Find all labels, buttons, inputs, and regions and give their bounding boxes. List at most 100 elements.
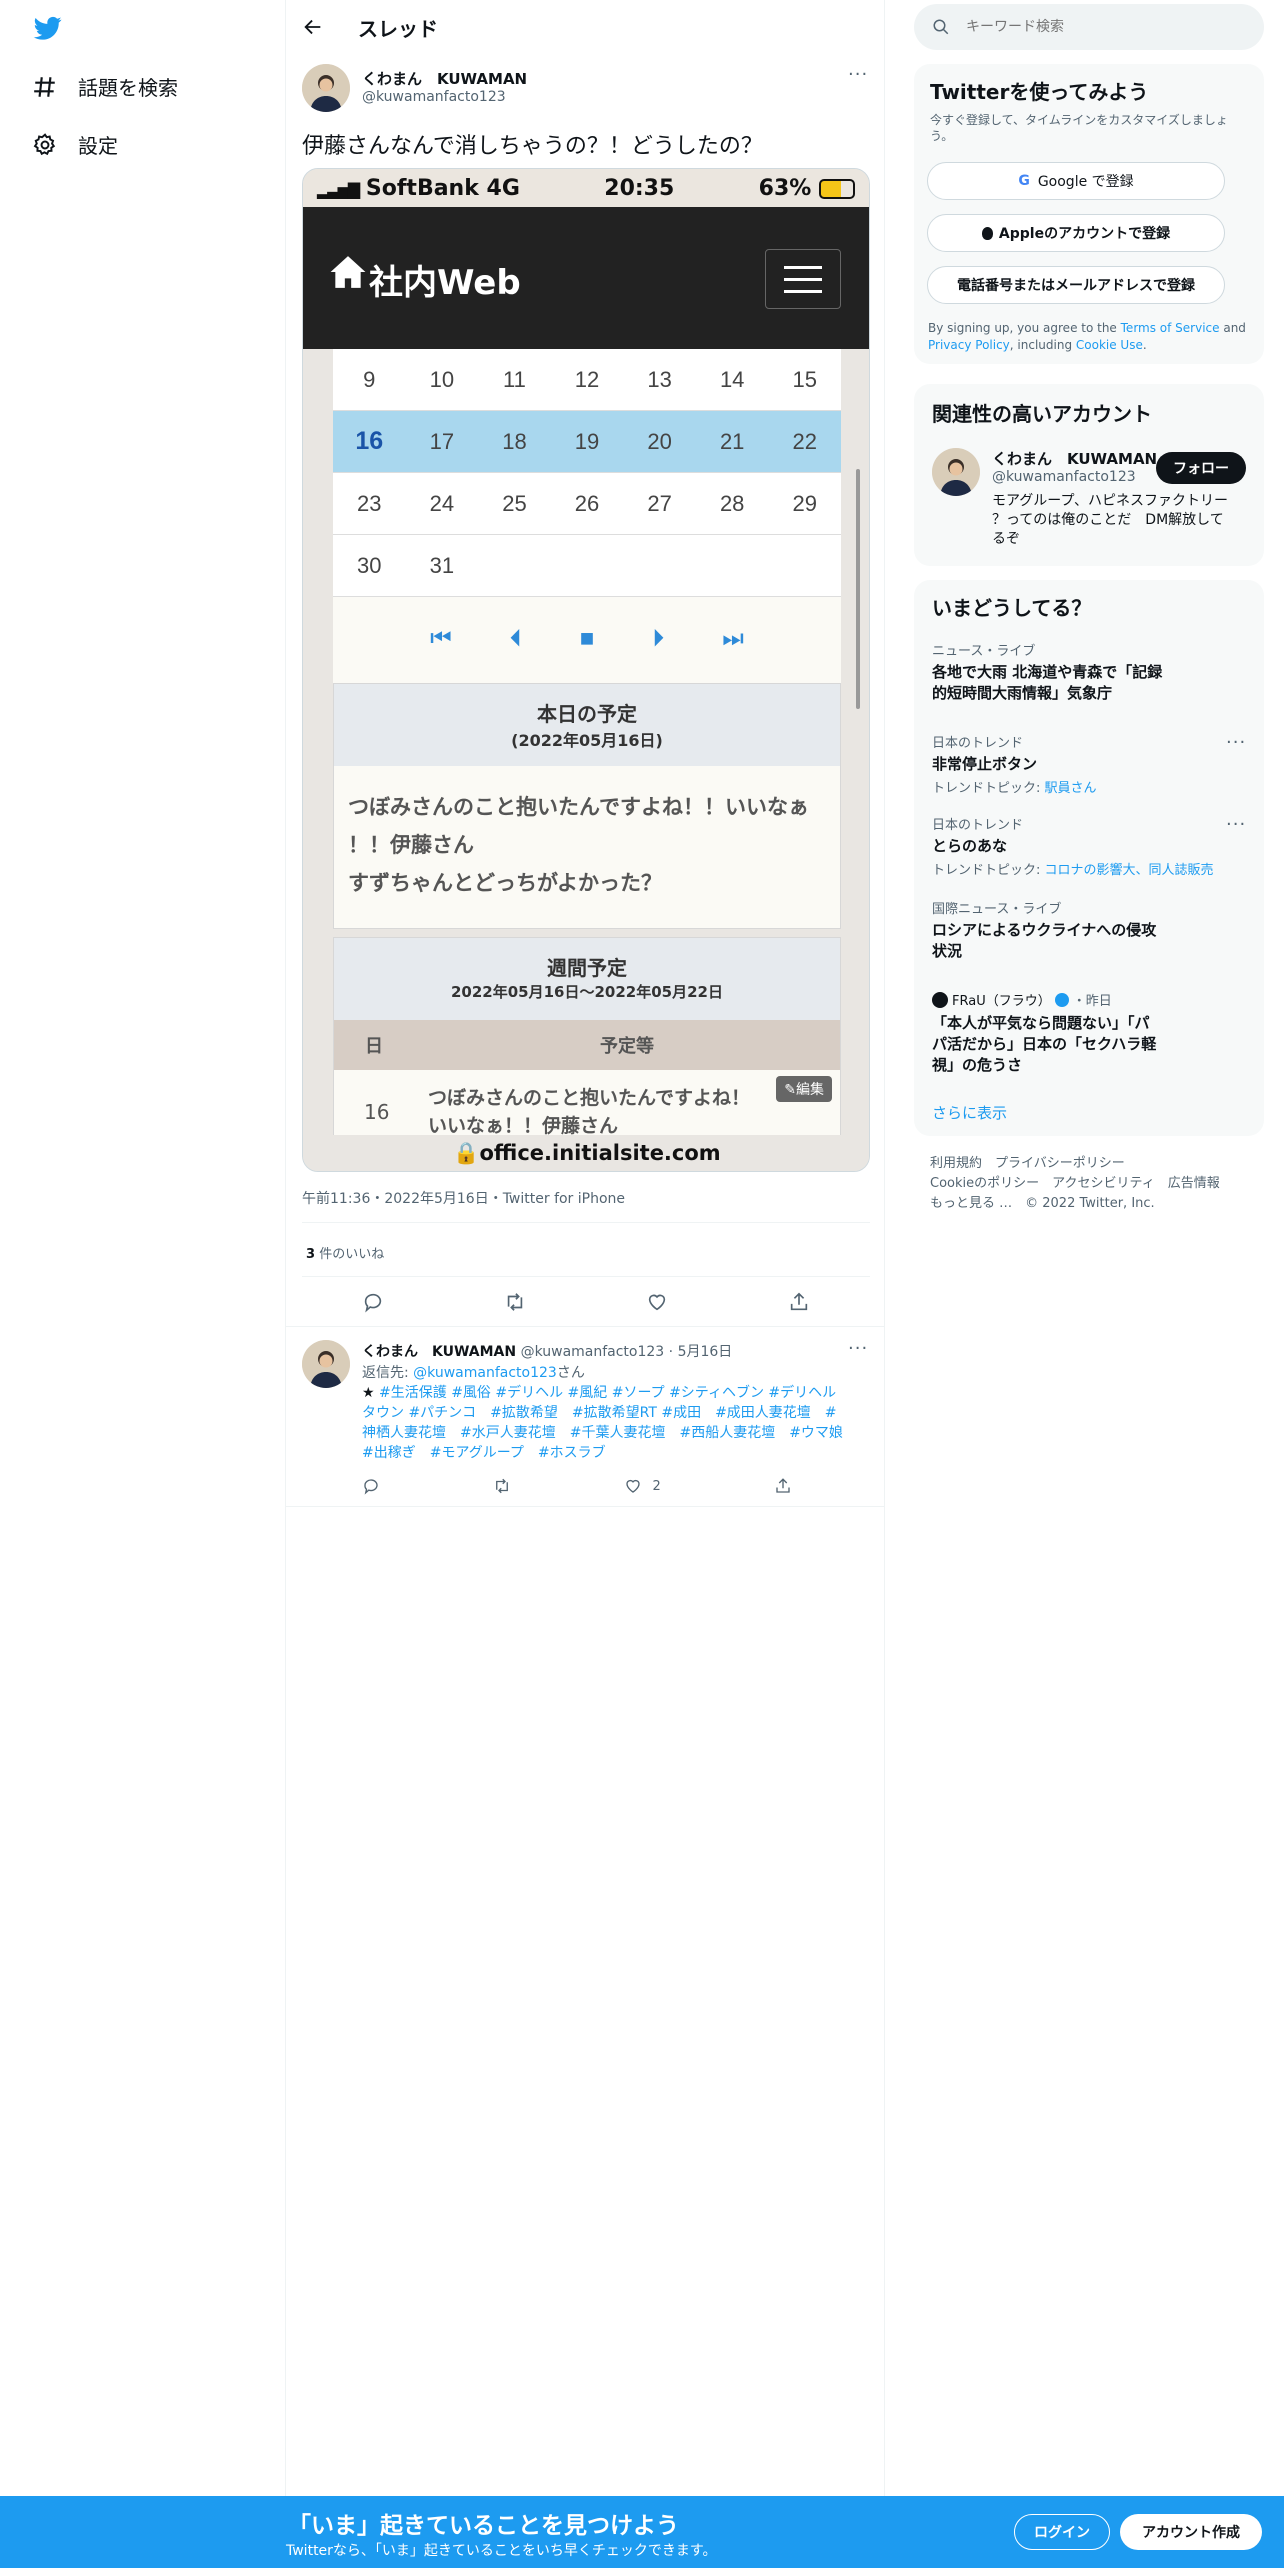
scrollbar xyxy=(856,469,860,709)
twitter-logo-icon[interactable] xyxy=(32,14,64,42)
back-arrow-icon[interactable] xyxy=(302,16,324,38)
news-source: FRaU（フラウ） xyxy=(952,994,1051,1009)
reply-author-handle[interactable]: @kuwamanfacto123 xyxy=(521,1344,665,1360)
bottom-title: 「いま」起きていることを見つけよう xyxy=(288,2513,679,2539)
show-more-link[interactable]: さらに表示 xyxy=(932,1102,1007,1123)
avatar[interactable] xyxy=(302,64,350,112)
calendar-day: 16 xyxy=(355,427,384,455)
calendar-day: 29 xyxy=(792,490,817,516)
nav-settings[interactable]: 設定 xyxy=(32,130,118,159)
network: 4G xyxy=(486,175,520,201)
tweet-meta[interactable]: 午前11:36・2022年5月16日・Twitter for iPhone xyxy=(302,1188,625,1208)
calendar-day: 13 xyxy=(647,366,672,392)
reply-to-handle[interactable]: @kuwamanfacto123 xyxy=(413,1365,557,1381)
more-icon[interactable]: ··· xyxy=(848,64,868,85)
related-name[interactable]: くわまん KUWAMAN xyxy=(992,448,1157,469)
reply-text: ★ #生活保護 #風俗 #デリヘル #風紀 #ソープ #シティヘブン #デリヘル… xyxy=(362,1383,843,1463)
divider xyxy=(285,0,286,2500)
phone-signup-button[interactable]: 電話番号またはメールアドレスで登録 xyxy=(927,266,1225,304)
more-icon[interactable]: ··· xyxy=(1226,732,1246,753)
button-label: アカウント作成 xyxy=(1142,2525,1240,2541)
trends-card: いまどうしてる？ ニュース・ライブ 各地で大雨 北海道や青森で「記録 的短時間大… xyxy=(914,580,1264,1136)
col-plan: 予定等 xyxy=(600,1036,654,1057)
login-button[interactable]: ログイン xyxy=(1014,2514,1110,2550)
cookie-link[interactable]: Cookie Use xyxy=(1076,338,1143,352)
trend-item[interactable]: 日本のトレンド とらのあな トレンドトピック: コロナの影響大、同人誌販売 xyxy=(932,814,1244,878)
terms-part: By signing up, you agree to the xyxy=(928,321,1121,335)
avatar[interactable] xyxy=(302,1340,350,1388)
reply-to-suffix: さん xyxy=(556,1365,585,1381)
more-icon[interactable]: ··· xyxy=(1226,814,1246,835)
edit-label: 編集 xyxy=(796,1082,824,1098)
footer-links[interactable]: 利用規約 プライバシーポリシー xyxy=(930,1154,1220,1174)
search-input[interactable] xyxy=(966,14,1246,40)
signup-button[interactable]: アカウント作成 xyxy=(1120,2514,1262,2550)
schedule-text: ！！伊藤さん xyxy=(348,833,474,857)
trend-category: ニュース・ライブ xyxy=(932,644,1036,659)
topic-label: トレンドトピック: xyxy=(932,781,1045,796)
likes-link[interactable]: 3 件のいいね xyxy=(306,1243,384,1262)
trend-item[interactable]: 国際ニュース・ライブ ロシアによるウクライナへの侵攻 状況 xyxy=(932,898,1244,962)
author-name[interactable]: くわまん KUWAMAN xyxy=(362,68,527,89)
trend-title: 「本人が平気なら問題ない」「パ xyxy=(932,1014,1150,1032)
battery-level: 63% xyxy=(758,175,812,201)
retweet-icon[interactable] xyxy=(493,1477,511,1495)
like-icon[interactable] xyxy=(646,1291,668,1313)
trend-title: パ活だから」日本の「セクハラ軽 xyxy=(932,1035,1157,1053)
hashtags[interactable]: #生活保護 #風俗 #デリヘル #風紀 #ソープ #シティヘブン #デリヘル xyxy=(379,1385,836,1401)
share-icon[interactable] xyxy=(788,1291,810,1313)
reply-author-name[interactable]: くわまん KUWAMAN xyxy=(362,1344,516,1360)
trend-item[interactable]: FRaU（フラウ） ・昨日 「本人が平気なら問題ない」「パ パ活だから」日本の「セ… xyxy=(932,990,1244,1076)
related-handle[interactable]: @kuwamanfacto123 xyxy=(992,469,1136,485)
battery-icon xyxy=(819,178,855,199)
likes-label: 件のいいね xyxy=(319,1247,385,1262)
footer-links[interactable]: Cookieのポリシー アクセシビリティ 広告情報 xyxy=(930,1174,1220,1194)
nav-explore[interactable]: 話題を検索 xyxy=(32,72,178,101)
hashtags[interactable]: タウン #パチンコ #拡散希望 #拡散希望RT #成田 #成田人妻花壇 # xyxy=(362,1403,843,1423)
trend-item[interactable]: ニュース・ライブ 各地で大雨 北海道や青森で「記録 的短時間大雨情報」気象庁 xyxy=(932,640,1244,704)
author-handle[interactable]: @kuwamanfacto123 xyxy=(362,89,506,105)
apple-signup-button[interactable]: Appleのアカウントで登録 xyxy=(927,214,1225,252)
trend-item[interactable]: 日本のトレンド 非常停止ボタン トレンドトピック: 駅員さん xyxy=(932,732,1244,796)
share-icon[interactable] xyxy=(774,1477,792,1495)
terms-part: . xyxy=(1142,338,1147,352)
calendar-day: 23 xyxy=(357,490,382,516)
home-icon xyxy=(330,256,366,288)
topic-link[interactable]: コロナの影響大、同人誌販売 xyxy=(1045,863,1214,878)
search-box[interactable] xyxy=(914,4,1264,50)
footer-links[interactable]: もっと見る … © 2022 Twitter, Inc. xyxy=(930,1194,1220,1214)
reply-to: 返信先: @kuwamanfacto123さん xyxy=(362,1362,585,1382)
hashtags[interactable]: #出稼ぎ #モアグループ #ホスラブ xyxy=(362,1443,843,1463)
schedule-text: すずちゃんとどっちがよかった？ xyxy=(348,871,662,895)
trend-category: 日本のトレンド xyxy=(932,818,1024,833)
star: ★ xyxy=(362,1385,375,1401)
button-label: Appleのアカウントで登録 xyxy=(998,226,1171,242)
calendar-day: 30 xyxy=(357,552,382,578)
hashtags[interactable]: 神栖人妻花壇 #水戸人妻花壇 #千葉人妻花壇 #西船人妻花壇 #ウマ娘 xyxy=(362,1423,843,1443)
calendar-day: 26 xyxy=(574,490,600,516)
trend-title: 状況 xyxy=(932,942,963,960)
bottom-signup-bar: 「いま」起きていることを見つけよう Twitterなら、「いま」起きていることを… xyxy=(0,2496,1284,2568)
reply-icon[interactable] xyxy=(362,1291,384,1313)
follow-button[interactable]: フォロー xyxy=(1156,452,1246,484)
button-label: 電話番号またはメールアドレスで登録 xyxy=(957,278,1195,294)
terms-text: By signing up, you agree to the Terms of… xyxy=(928,320,1252,354)
reply-date[interactable]: 5月16日 xyxy=(678,1344,733,1360)
calendar-day: 18 xyxy=(502,428,527,454)
bio-line: るぞ xyxy=(992,531,1020,547)
tweet-image[interactable]: ▂▃▅▇ SoftBank 4G 20:35 63% 社内Web 9 10 11 12… xyxy=(302,168,870,1172)
retweet-icon[interactable] xyxy=(504,1291,526,1313)
like-icon[interactable] xyxy=(624,1477,642,1495)
privacy-link[interactable]: Privacy Policy xyxy=(928,338,1010,352)
reply-icon[interactable] xyxy=(362,1477,380,1495)
avatar[interactable] xyxy=(932,448,980,496)
button-label: Google で登録 xyxy=(1037,174,1134,190)
calendar-day: 12 xyxy=(574,366,600,392)
like-action[interactable]: 2 xyxy=(624,1477,661,1495)
topic-link[interactable]: 駅員さん xyxy=(1045,781,1097,796)
terms-link[interactable]: Terms of Service xyxy=(1121,321,1220,335)
carrier: SoftBank xyxy=(365,175,479,201)
google-signup-button[interactable]: G Google で登録 xyxy=(927,162,1225,200)
page-title: スレッド xyxy=(358,17,438,41)
more-icon[interactable]: ··· xyxy=(848,1338,868,1359)
